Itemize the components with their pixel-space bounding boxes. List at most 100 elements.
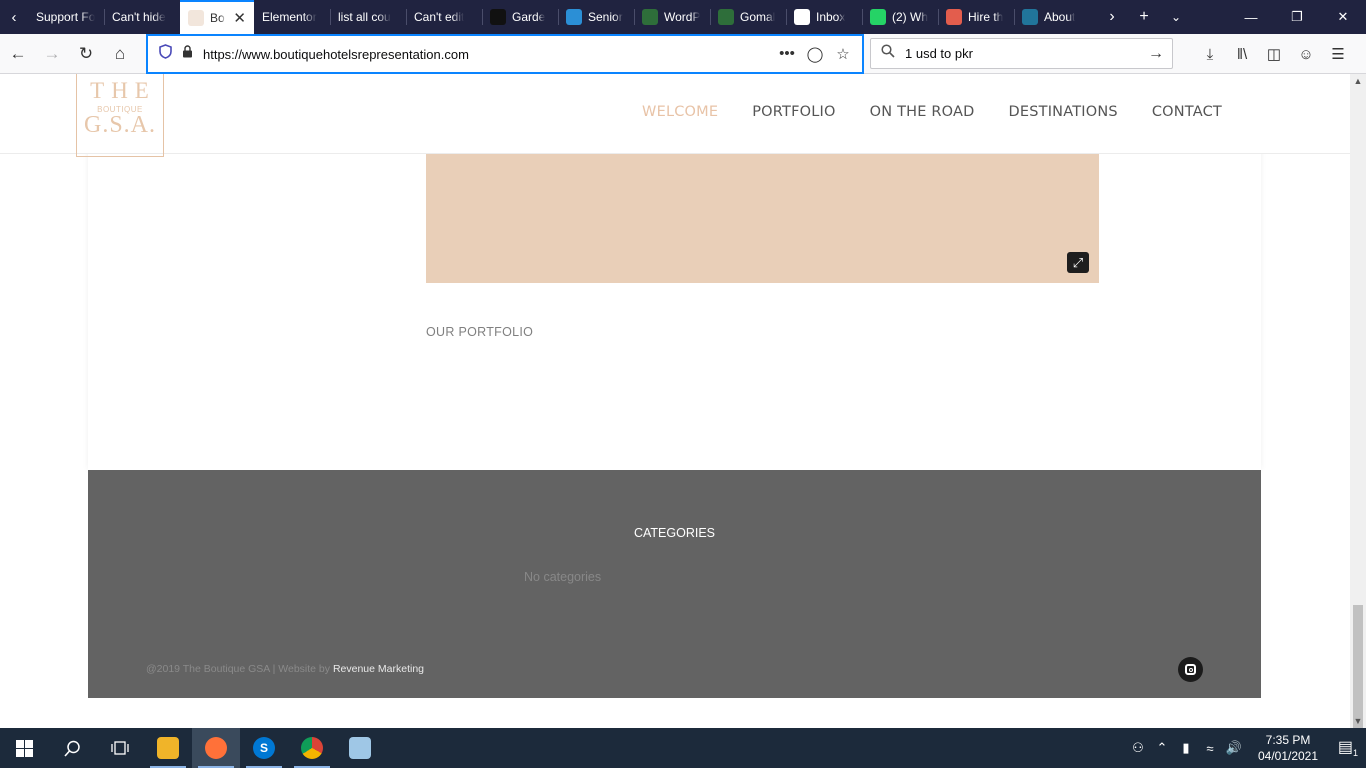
skype-icon[interactable]: S bbox=[240, 728, 288, 768]
account-icon[interactable]: ☺ bbox=[1290, 46, 1322, 63]
tabs-scroll-left-icon[interactable]: ‹ bbox=[0, 0, 28, 34]
browser-tab[interactable]: Can't hide bbox=[104, 0, 180, 34]
battery-icon[interactable]: ▮ bbox=[1174, 740, 1198, 756]
chrome-icon[interactable] bbox=[288, 728, 336, 768]
notification-center-icon[interactable]: ▤1 bbox=[1330, 737, 1366, 758]
boutique-favicon bbox=[188, 10, 204, 26]
task-view-icon[interactable] bbox=[96, 728, 144, 768]
logo-line-gsa: G.S.A. bbox=[83, 112, 156, 138]
browser-tab[interactable]: Gomal bbox=[710, 0, 786, 34]
main-navigation: WELCOME PORTFOLIO ON THE ROAD DESTINATIONS C… bbox=[642, 104, 1222, 120]
people-icon[interactable]: ⚇ bbox=[1126, 740, 1150, 756]
navigation-toolbar: ← → ↻ ⌂ https://www.boutiquehotelsrepres… bbox=[0, 34, 1366, 74]
browser-tab[interactable]: Hire th bbox=[938, 0, 1014, 34]
clock-time: 7:35 PM bbox=[1265, 733, 1311, 747]
forward-arrow-icon[interactable]: → bbox=[36, 38, 68, 70]
tab-label: Can't hide bbox=[112, 10, 166, 24]
browser-tab[interactable]: Bo ✕ bbox=[180, 0, 254, 34]
volume-icon[interactable]: 🔊 bbox=[1222, 740, 1246, 756]
nav-item-on-the-road[interactable]: ON THE ROAD bbox=[870, 104, 975, 120]
garden-icon bbox=[490, 9, 506, 25]
menu-hamburger-icon[interactable]: ☰ bbox=[1322, 45, 1354, 63]
lock-icon[interactable] bbox=[182, 45, 193, 63]
tab-close-icon[interactable]: ✕ bbox=[233, 9, 246, 27]
browser-tab[interactable]: Senior bbox=[558, 0, 634, 34]
wordpress-green-icon bbox=[642, 9, 658, 25]
bookmark-star-icon[interactable]: ☆ bbox=[829, 45, 857, 63]
file-explorer-icon[interactable] bbox=[144, 728, 192, 768]
tab-label: list all cou bbox=[338, 10, 391, 24]
minimize-window-icon[interactable]: — bbox=[1228, 0, 1274, 34]
gmail-icon bbox=[794, 9, 810, 25]
tab-label: Bo bbox=[210, 11, 225, 25]
home-icon[interactable]: ⌂ bbox=[104, 38, 136, 70]
search-go-arrow-icon[interactable]: → bbox=[1148, 45, 1164, 63]
tray-chevron-up-icon[interactable]: ⌃ bbox=[1150, 740, 1174, 756]
section-title: OUR PORTFOLIO bbox=[426, 325, 534, 339]
nav-item-portfolio[interactable]: PORTFOLIO bbox=[752, 104, 835, 120]
clock[interactable]: 7:35 PM 04/01/2021 bbox=[1246, 732, 1330, 764]
browser-tab[interactable]: About bbox=[1014, 0, 1090, 34]
senior-icon bbox=[566, 9, 582, 25]
search-bar[interactable]: 1 usd to pkr → bbox=[870, 38, 1173, 69]
wifi-icon[interactable]: ≈ bbox=[1198, 741, 1222, 756]
tab-list-chevron-down-icon[interactable]: ⌄ bbox=[1160, 10, 1192, 24]
url-bar[interactable]: https://www.boutiquehotelsrepresentation… bbox=[146, 34, 864, 74]
tab-label: About bbox=[1044, 10, 1076, 24]
nav-item-welcome[interactable]: WELCOME bbox=[642, 104, 718, 120]
browser-tab[interactable]: Garde bbox=[482, 0, 558, 34]
gomal-icon bbox=[718, 9, 734, 25]
tab-bar: ‹ Support Fo Can't hide Bo ✕ Elementor list a… bbox=[0, 0, 1366, 34]
tab-label: Elementor bbox=[262, 10, 317, 24]
wordpress-icon bbox=[1022, 9, 1038, 25]
instagram-icon[interactable] bbox=[1178, 657, 1203, 682]
windows-start-icon[interactable] bbox=[0, 728, 48, 768]
pocket-icon[interactable]: ◯ bbox=[801, 45, 829, 63]
reload-icon[interactable]: ↻ bbox=[70, 38, 102, 70]
browser-tab[interactable]: WordP bbox=[634, 0, 710, 34]
categories-title: CATEGORIES bbox=[633, 526, 716, 540]
taskbar-search-icon[interactable] bbox=[48, 728, 96, 768]
categories-empty-text: No categories bbox=[524, 570, 602, 584]
clock-date: 04/01/2021 bbox=[1257, 749, 1319, 763]
nav-item-contact[interactable]: CONTACT bbox=[1152, 104, 1222, 120]
media-placeholder: ⤢ bbox=[426, 154, 1099, 283]
tab-label: (2) Wh bbox=[892, 10, 928, 24]
browser-tab[interactable]: Support Fo bbox=[28, 0, 104, 34]
hire-icon bbox=[946, 9, 962, 25]
url-text[interactable]: https://www.boutiquehotelsrepresentation… bbox=[203, 47, 469, 62]
browser-tab[interactable]: Inbox bbox=[786, 0, 862, 34]
browser-tab[interactable]: Elementor bbox=[254, 0, 330, 34]
tab-label: Support Fo bbox=[36, 10, 96, 24]
notepad-icon[interactable] bbox=[336, 728, 384, 768]
credit-link[interactable]: Revenue Marketing bbox=[333, 663, 424, 675]
tab-label: Can't edit bbox=[414, 10, 465, 24]
scroll-down-arrow-icon[interactable]: ▼ bbox=[1350, 716, 1366, 726]
library-icon[interactable]: ‖\ bbox=[1226, 46, 1258, 63]
close-window-icon[interactable]: ✕ bbox=[1320, 0, 1366, 34]
browser-tab[interactable]: (2) Wh bbox=[862, 0, 938, 34]
browser-tab[interactable]: Can't edit bbox=[406, 0, 482, 34]
tab-label: Inbox bbox=[816, 10, 846, 24]
browser-tab[interactable]: list all cou bbox=[330, 0, 406, 34]
tabs-scroll-right-icon[interactable]: › bbox=[1096, 8, 1128, 26]
scroll-up-arrow-icon[interactable]: ▲ bbox=[1350, 76, 1366, 86]
site-logo[interactable]: THE BOUTIQUE G.S.A. bbox=[76, 74, 164, 157]
new-tab-icon[interactable]: + bbox=[1128, 8, 1160, 26]
restore-window-icon[interactable]: ❐ bbox=[1274, 0, 1320, 34]
nav-item-destinations[interactable]: DESTINATIONS bbox=[1009, 104, 1118, 120]
tab-label: Senior bbox=[588, 10, 623, 24]
downloads-icon[interactable]: ⤓ bbox=[1194, 46, 1226, 63]
tracking-protection-shield-icon[interactable] bbox=[159, 44, 172, 64]
page-actions-ellipsis-icon[interactable]: ••• bbox=[773, 45, 801, 63]
firefox-icon[interactable] bbox=[192, 728, 240, 768]
fullscreen-expand-icon[interactable]: ⤢ bbox=[1067, 252, 1089, 273]
search-input[interactable]: 1 usd to pkr bbox=[905, 46, 973, 61]
logo-line-the: THE bbox=[90, 78, 156, 103]
tab-label: WordP bbox=[664, 10, 701, 24]
sidebar-icon[interactable]: ◫ bbox=[1258, 45, 1290, 63]
site-header: THE BOUTIQUE G.S.A. WELCOME PORTFOLIO ON T… bbox=[0, 74, 1350, 157]
back-arrow-icon[interactable]: ← bbox=[2, 38, 34, 70]
page-scrollbar[interactable]: ▲ ▼ bbox=[1350, 74, 1366, 768]
copyright-text: @2019 The Boutique GSA | Website by Reve… bbox=[146, 663, 424, 675]
